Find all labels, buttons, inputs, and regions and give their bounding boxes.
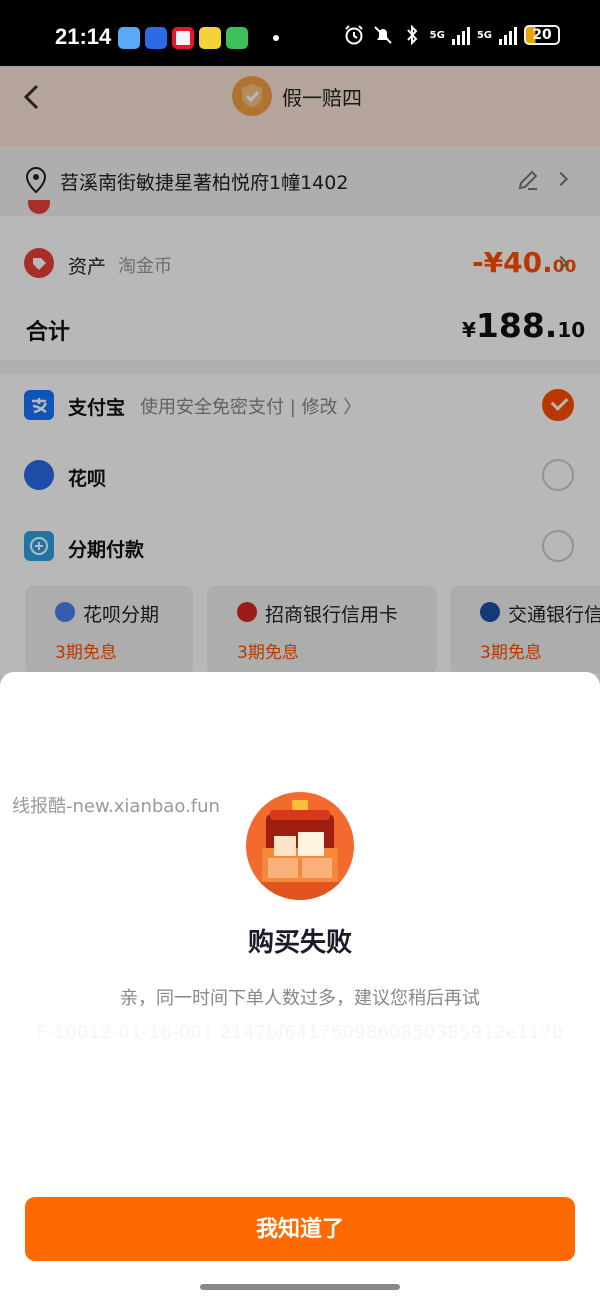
purchase-failed-sheet: 线报酷-new.xianbao.fun 购买失败 亲，同一时间下单人数过多，建议… <box>0 672 600 1302</box>
more-notifications-dot <box>273 35 279 41</box>
dialog-title: 购买失败 <box>247 928 352 958</box>
dialog-message: 亲，同一时间下单人数过多，建议您稍后再试 <box>120 988 480 1009</box>
status-time: 21:14 <box>55 24 112 49</box>
signal-5g-label-1: 5G <box>429 29 445 41</box>
battery-icon: 20 <box>524 25 560 45</box>
chat-icon <box>226 27 248 49</box>
message-icon <box>145 27 167 49</box>
weibo-icon <box>172 27 194 49</box>
signal-bars-icon-2 <box>499 25 517 45</box>
signal-5g-label-2: 5G <box>476 29 492 41</box>
status-bar: 21:14 5G 5G 20 <box>0 0 600 66</box>
failed-shop-illustration <box>246 792 354 900</box>
watermark-text: 线报酷-new.xianbao.fun <box>12 796 220 817</box>
alarm-icon <box>344 25 363 45</box>
notification-icons <box>118 27 279 49</box>
weather-icon <box>118 27 140 49</box>
error-trace-code: F-10012-01-16-001 2147bf6417609860850385… <box>36 1022 564 1043</box>
got-it-button[interactable]: 我知道了 <box>25 1197 575 1261</box>
system-status-icons: 5G 5G 20 <box>343 24 560 46</box>
mute-bell-icon <box>373 26 392 44</box>
home-indicator[interactable] <box>200 1284 400 1290</box>
bluetooth-icon <box>406 24 418 46</box>
signal-bars-icon <box>451 25 470 45</box>
jiemao-icon <box>199 27 221 49</box>
